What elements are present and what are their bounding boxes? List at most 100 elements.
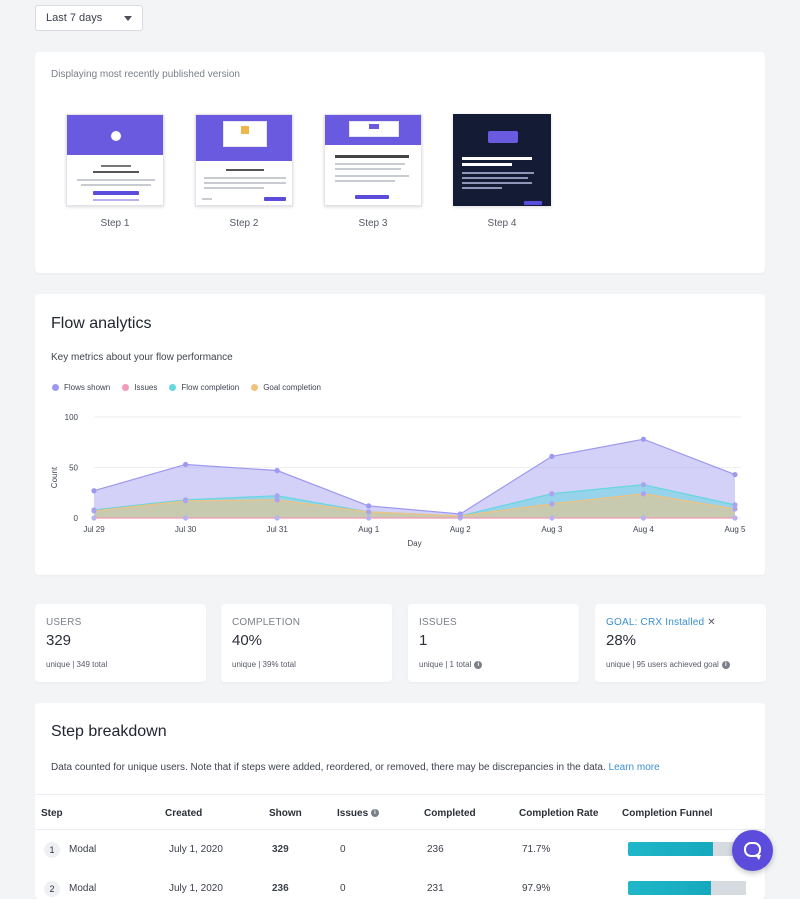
col-completed[interactable]: Completed — [424, 808, 476, 819]
data-point — [732, 471, 738, 478]
data-point — [182, 461, 189, 468]
y-tick-label: 50 — [69, 464, 78, 473]
flow-preview-card: Displaying most recently published versi… — [35, 52, 765, 273]
step-issues: 0 — [340, 883, 346, 894]
goal-name[interactable]: GOAL: CRX Installed — [606, 617, 704, 628]
y-tick-label: 100 — [65, 413, 79, 422]
step-completion-rate: 71.7% — [522, 844, 551, 855]
data-point — [274, 497, 280, 503]
step-label: Step 2 — [229, 218, 259, 229]
funnel-fill — [628, 842, 713, 856]
chat-launcher-button[interactable] — [732, 830, 773, 871]
chevron-down-icon — [124, 16, 132, 21]
stat-value: 40% — [232, 632, 263, 649]
table-row[interactable]: 2 Modal July 1, 2020 236 0 231 97.9% — [35, 869, 765, 899]
flow-analytics-card: Flow analytics Key metrics about your fl… — [35, 294, 765, 575]
col-completion-funnel[interactable]: Completion Funnel — [622, 808, 713, 819]
completion-funnel-bar — [628, 881, 746, 895]
data-point — [274, 467, 280, 474]
x-tick-label: Jul 30 — [175, 525, 197, 534]
stat-label: ISSUES — [419, 617, 457, 628]
stat-card-users: USERS 329 unique | 349 total — [35, 604, 206, 682]
step-label: Step 3 — [358, 218, 388, 229]
y-axis-label: Count — [50, 466, 59, 488]
data-point — [732, 515, 738, 521]
x-axis-label: Day — [407, 539, 421, 548]
col-issues[interactable]: Issues — [337, 808, 368, 819]
data-point — [91, 508, 97, 514]
breakdown-note: Data counted for unique users. Note that… — [51, 762, 606, 773]
col-step[interactable]: Step — [41, 808, 63, 819]
data-point — [549, 453, 555, 459]
stat-card-completion: COMPLETION 40% unique | 39% total — [221, 604, 392, 682]
data-point — [732, 506, 738, 512]
stat-card-goal: GOAL: CRX Installed ✕ 28% unique | 95 use… — [595, 604, 766, 682]
stat-value: 329 — [46, 632, 72, 649]
step-number-badge: 1 — [44, 842, 60, 858]
breakdown-subtitle: Data counted for unique users. Note that… — [51, 762, 660, 773]
x-tick-label: Aug 4 — [633, 525, 654, 534]
stat-sub-text: unique | 39% total — [232, 660, 296, 669]
data-point — [91, 488, 97, 494]
x-tick-label: Aug 2 — [450, 525, 471, 534]
info-icon[interactable]: i — [371, 809, 379, 817]
preview-caption: Displaying most recently published versi… — [51, 69, 240, 80]
data-point — [457, 513, 463, 519]
data-point — [640, 515, 647, 521]
data-point — [549, 515, 555, 521]
stat-value: 1 — [419, 632, 428, 649]
y-tick-label: 0 — [74, 514, 79, 523]
col-shown[interactable]: Shown — [269, 808, 302, 819]
data-point — [366, 503, 372, 509]
table-row[interactable]: 1 Modal July 1, 2020 329 0 236 71.7% — [35, 830, 765, 869]
info-icon[interactable]: i — [721, 660, 730, 669]
info-icon[interactable]: i — [474, 660, 483, 669]
data-point — [274, 515, 280, 521]
data-point — [91, 515, 97, 521]
col-created[interactable]: Created — [165, 808, 202, 819]
data-point — [640, 482, 647, 488]
stat-subtext: unique | 349 total — [46, 660, 107, 669]
step-preview-3[interactable]: Step 3 — [324, 114, 422, 229]
remove-goal-icon[interactable]: ✕ — [707, 617, 716, 628]
step-created: July 1, 2020 — [169, 883, 223, 894]
stat-value: 28% — [606, 632, 637, 649]
data-point — [640, 436, 647, 442]
col-completion-rate[interactable]: Completion Rate — [519, 808, 598, 819]
table-header: Step Created Shown Issues i Completed Co… — [35, 794, 765, 830]
step-thumbnail — [66, 114, 164, 206]
stat-subtext: unique | 39% total — [232, 660, 296, 669]
flow-analytics-chart: 0 50 100 Count Jul 29 Jul 30 Jul 31 Aug 1 Aug 2 A… — [50, 413, 746, 548]
stat-subtext: unique | 1 total i — [419, 660, 483, 669]
x-tick-label: Aug 1 — [358, 525, 379, 534]
data-point — [366, 515, 372, 521]
breakdown-title: Step breakdown — [51, 723, 167, 740]
date-range-select[interactable]: Last 7 days — [35, 5, 143, 31]
data-point — [182, 498, 189, 504]
step-thumbnail — [195, 114, 293, 206]
data-point — [182, 515, 189, 521]
step-shown: 329 — [272, 844, 289, 855]
step-preview-1[interactable]: Step 1 — [66, 114, 164, 229]
x-tick-label: Jul 31 — [266, 525, 288, 534]
step-thumbnail — [324, 114, 422, 206]
step-preview-2[interactable]: Step 2 — [195, 114, 293, 229]
step-breakdown-card: Step breakdown Data counted for unique u… — [35, 703, 765, 899]
stat-label: COMPLETION — [232, 617, 301, 628]
x-tick-label: Aug 5 — [725, 525, 746, 534]
step-completed: 231 — [427, 883, 444, 894]
step-issues: 0 — [340, 844, 346, 855]
step-label: Step 4 — [487, 218, 517, 229]
data-point — [640, 491, 647, 497]
step-created: July 1, 2020 — [169, 844, 223, 855]
funnel-fill — [628, 881, 711, 895]
stat-subtext: unique | 95 users achieved goal i — [606, 660, 730, 669]
step-breakdown-table: Step Created Shown Issues i Completed Co… — [35, 794, 765, 899]
goal-label[interactable]: GOAL: CRX Installed ✕ — [606, 617, 716, 628]
stat-sub-text: unique | 95 users achieved goal — [606, 660, 719, 669]
step-completion-rate: 97.9% — [522, 883, 551, 894]
learn-more-link[interactable]: Learn more — [609, 762, 660, 773]
data-point — [366, 509, 372, 515]
step-preview-4[interactable]: Step 4 — [453, 114, 551, 229]
step-shown: 236 — [272, 883, 289, 894]
